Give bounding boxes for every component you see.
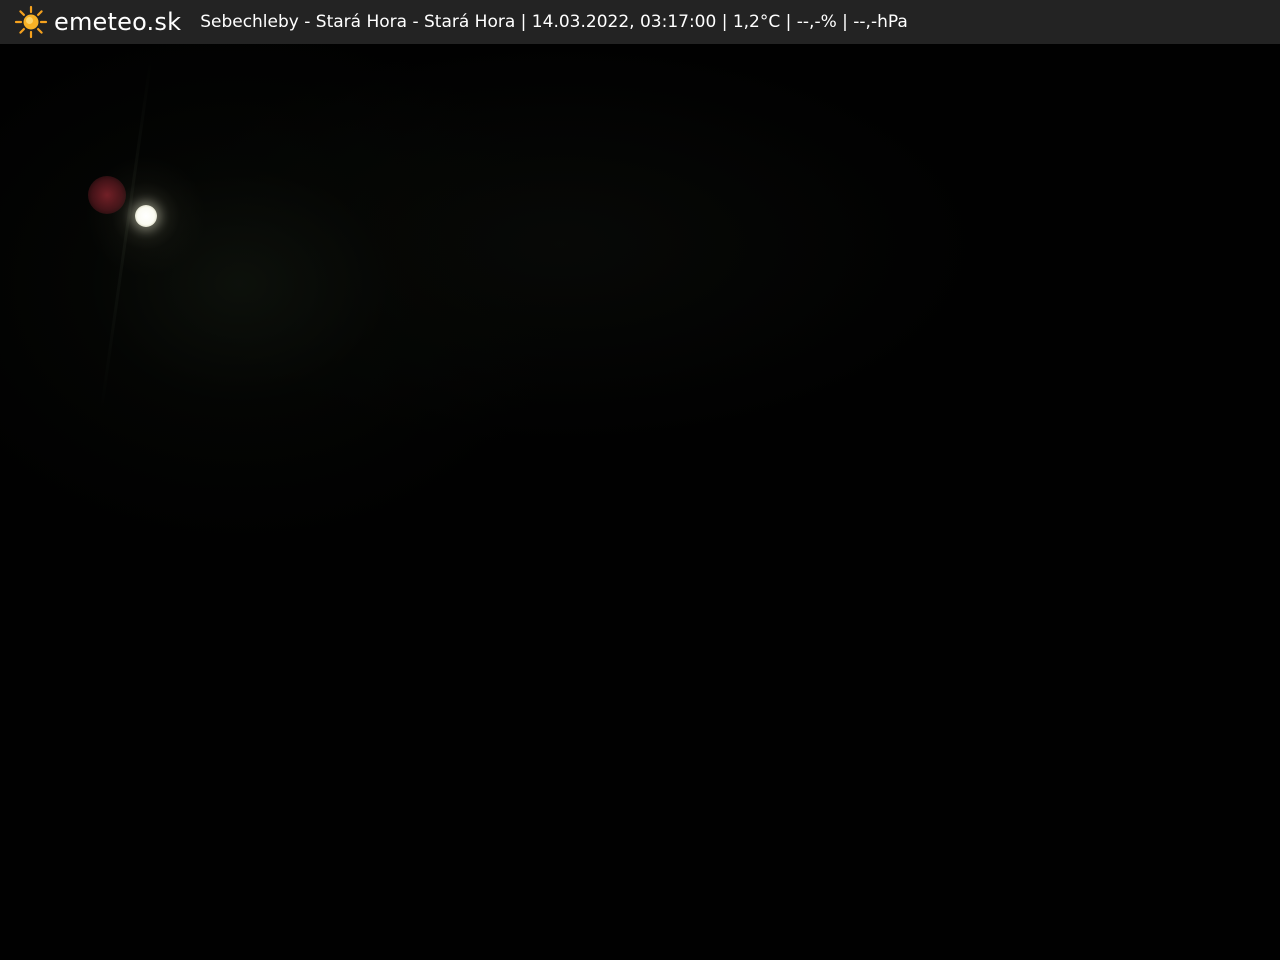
emeteo-logo: emeteo.sk [14,0,181,44]
lens-flare [88,176,126,214]
brand-name: emeteo.sk [54,8,182,36]
street-light [135,205,157,227]
webcam-frame: emeteo.sk Sebechleby - Stará Hora - Star… [0,0,1280,960]
sun-icon [14,5,48,39]
night-camera-view [0,44,1280,960]
station-caption: Sebechleby - Stará Hora - Stará Hora | 1… [200,12,908,32]
header-bar: emeteo.sk Sebechleby - Stará Hora - Star… [0,0,1280,44]
